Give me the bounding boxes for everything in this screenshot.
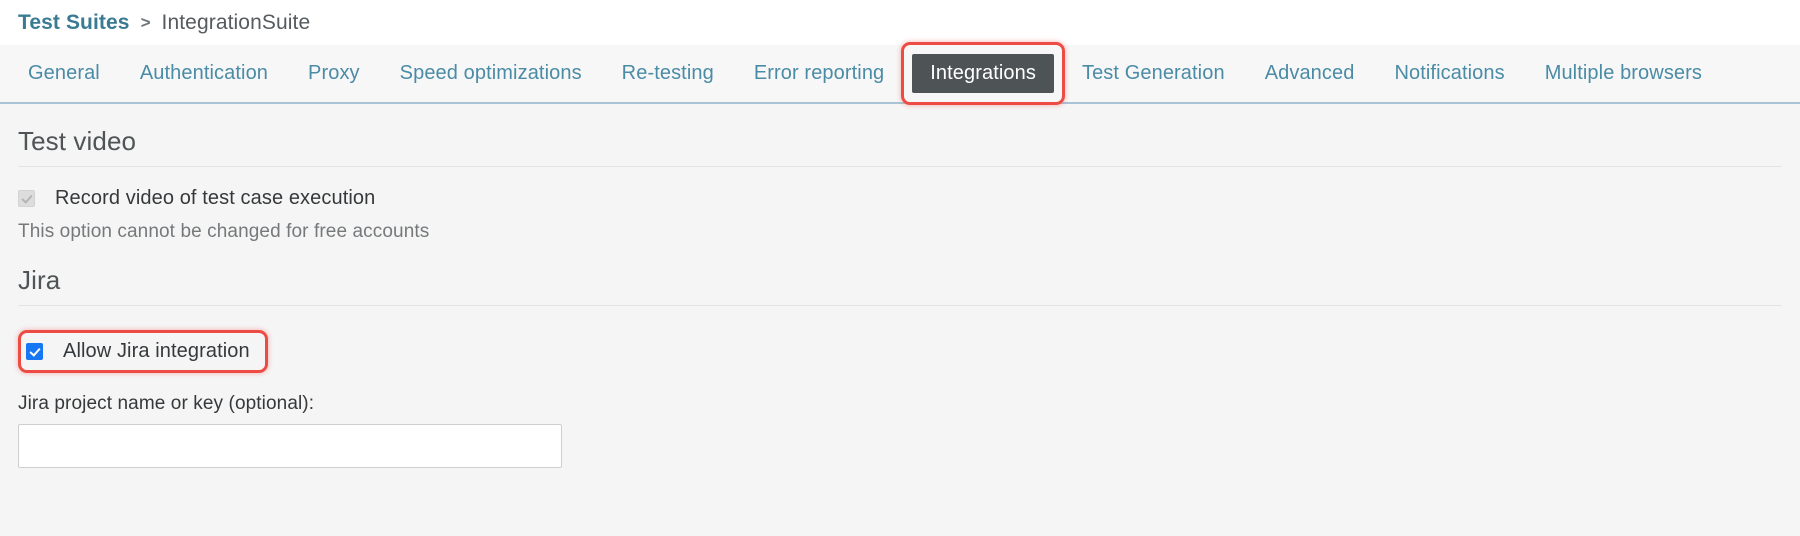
allow-jira-highlight: Allow Jira integration — [18, 330, 268, 373]
settings-tabbar: General Authentication Proxy Speed optim… — [0, 45, 1800, 104]
tab-integrations[interactable]: Integrations — [912, 54, 1054, 93]
jira-project-input[interactable] — [18, 424, 562, 468]
tab-re-testing[interactable]: Re-testing — [604, 54, 732, 93]
tab-authentication[interactable]: Authentication — [122, 54, 286, 93]
breadcrumb: Test Suites > IntegrationSuite — [0, 0, 1800, 45]
settings-content: Test video Record video of test case exe… — [0, 126, 1800, 468]
breadcrumb-current-suite: IntegrationSuite — [162, 11, 311, 35]
settings-page: Test Suites > IntegrationSuite General A… — [0, 0, 1800, 536]
section-heading-test-video: Test video — [18, 126, 1782, 167]
record-video-checkbox — [18, 190, 35, 207]
tab-proxy[interactable]: Proxy — [290, 54, 378, 93]
record-video-label: Record video of test case execution — [55, 187, 375, 210]
breadcrumb-link-test-suites[interactable]: Test Suites — [18, 11, 130, 35]
allow-jira-checkbox[interactable] — [26, 343, 43, 360]
tab-list: General Authentication Proxy Speed optim… — [0, 45, 1800, 102]
jira-project-label: Jira project name or key (optional): — [18, 393, 1782, 415]
allow-jira-label[interactable]: Allow Jira integration — [63, 340, 250, 363]
tab-advanced[interactable]: Advanced — [1247, 54, 1373, 93]
tab-test-generation[interactable]: Test Generation — [1064, 54, 1243, 93]
record-video-row: Record video of test case execution — [18, 187, 1782, 210]
tab-speed-optimizations[interactable]: Speed optimizations — [382, 54, 600, 93]
breadcrumb-separator: > — [141, 13, 151, 33]
section-heading-jira: Jira — [18, 265, 1782, 306]
tab-integrations-highlight: Integrations — [910, 54, 1056, 93]
tab-multiple-browsers[interactable]: Multiple browsers — [1527, 54, 1720, 93]
tab-error-reporting[interactable]: Error reporting — [736, 54, 902, 93]
record-video-hint: This option cannot be changed for free a… — [18, 221, 1782, 243]
tab-general[interactable]: General — [10, 54, 118, 93]
tab-notifications[interactable]: Notifications — [1376, 54, 1522, 93]
